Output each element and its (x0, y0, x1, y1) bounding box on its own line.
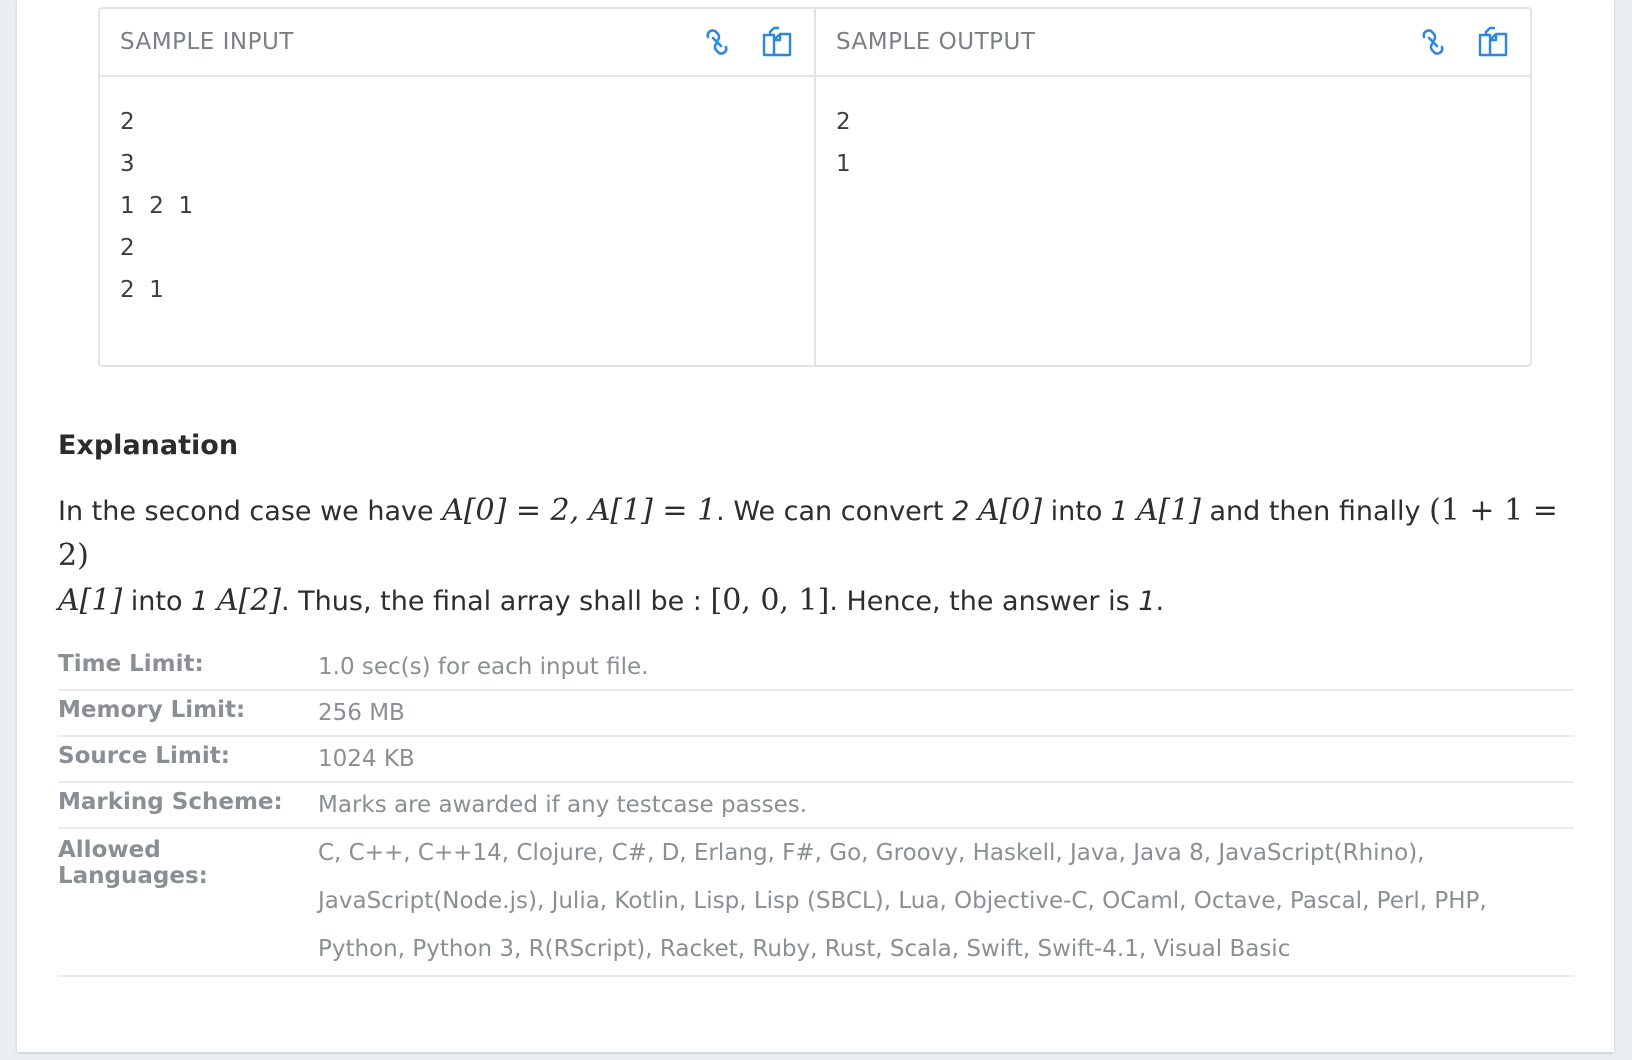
sample-input-body: 2 3 1 2 1 2 2 1 (100, 77, 814, 335)
explanation-text-segment: . (1155, 586, 1165, 617)
time-limit-label: Time Limit: (58, 651, 204, 677)
marking-scheme-value: Marks are awarded if any testcase passes… (318, 792, 808, 818)
marking-scheme-row: Marking Scheme: Marks are awarded if any… (58, 783, 1574, 829)
math-expression: A[1] (1136, 493, 1201, 528)
link-icon[interactable] (700, 25, 734, 59)
explanation-text-segment: In the second case we have (58, 496, 443, 527)
source-limit-label: Source Limit: (58, 743, 230, 769)
explanation-section: Explanation In the second case we have A… (58, 430, 1598, 624)
time-limit-value: 1.0 sec(s) for each input file. (318, 654, 649, 680)
explanation-title: Explanation (58, 430, 239, 461)
math-expression: A[2] (216, 583, 282, 618)
math-expression: A[0] = 2, A[1] = 1 (442, 493, 717, 528)
italic-number: 1 (191, 586, 209, 617)
copy-icon[interactable] (1476, 25, 1510, 59)
explanation-text-segment: . We can convert (716, 496, 953, 527)
sample-output-title: SAMPLE OUTPUT (836, 29, 1036, 55)
sample-input-line: 2 (120, 235, 135, 261)
explanation-text-segment: and then finally (1200, 496, 1430, 527)
source-limit-value: 1024 KB (318, 746, 415, 772)
sample-output-body: 2 1 (816, 77, 1530, 209)
source-limit-row: Source Limit: 1024 KB (58, 737, 1574, 783)
italic-number: 2 (952, 496, 970, 527)
memory-limit-value: 256 MB (318, 700, 405, 726)
allowed-languages-value: C, C++, C++14, Clojure, C#, D, Erlang, F… (318, 840, 1487, 962)
allowed-languages-row: Allowed Languages: C, C++, C++14, Clojur… (58, 829, 1574, 977)
explanation-text-segment: into (122, 586, 192, 617)
sample-input-line: 2 1 (120, 277, 164, 303)
time-limit-row: Time Limit: 1.0 sec(s) for each input fi… (58, 645, 1574, 691)
sample-input-line: 2 (120, 109, 135, 135)
italic-number: 1 (1110, 496, 1129, 527)
sample-output-header: SAMPLE OUTPUT (816, 9, 1530, 77)
math-expression: A[1] (58, 583, 123, 618)
memory-limit-row: Memory Limit: 256 MB (58, 691, 1574, 737)
link-icon[interactable] (1416, 25, 1450, 59)
copy-icon[interactable] (760, 25, 794, 59)
sample-input-line: 3 (120, 151, 135, 177)
italic-number: 1 (1138, 586, 1156, 617)
explanation-text-segment: into (1042, 496, 1111, 527)
memory-limit-label: Memory Limit: (58, 697, 246, 723)
sample-output-panel: SAMPLE OUTPUT 2 1 (814, 9, 1530, 365)
math-expression: [0, 0, 1] (710, 583, 830, 618)
limits-table: Time Limit: 1.0 sec(s) for each input fi… (58, 645, 1574, 977)
explanation-text: In the second case we have A[0] = 2, A[1… (58, 489, 1598, 624)
math-expression: A[0] (977, 493, 1043, 528)
marking-scheme-label: Marking Scheme: (58, 789, 283, 815)
sample-input-header: SAMPLE INPUT (100, 9, 814, 77)
sample-output-line: 2 (836, 109, 851, 135)
sample-input-panel: SAMPLE INPUT 2 3 1 2 1 2 2 1 (100, 9, 814, 365)
problem-card: SAMPLE INPUT 2 3 1 2 1 2 2 1 SAMPLE OUTP… (17, 0, 1614, 1052)
sample-output-line: 1 (836, 151, 851, 177)
explanation-text-segment: . Thus, the final array shall be : (281, 586, 711, 617)
samples-panel: SAMPLE INPUT 2 3 1 2 1 2 2 1 SAMPLE OUTP… (98, 7, 1532, 367)
explanation-text-segment: . Hence, the answer is (829, 586, 1139, 617)
allowed-languages-label: Allowed Languages: (58, 837, 208, 889)
sample-input-line: 1 2 1 (120, 193, 194, 219)
sample-input-title: SAMPLE INPUT (120, 29, 294, 55)
